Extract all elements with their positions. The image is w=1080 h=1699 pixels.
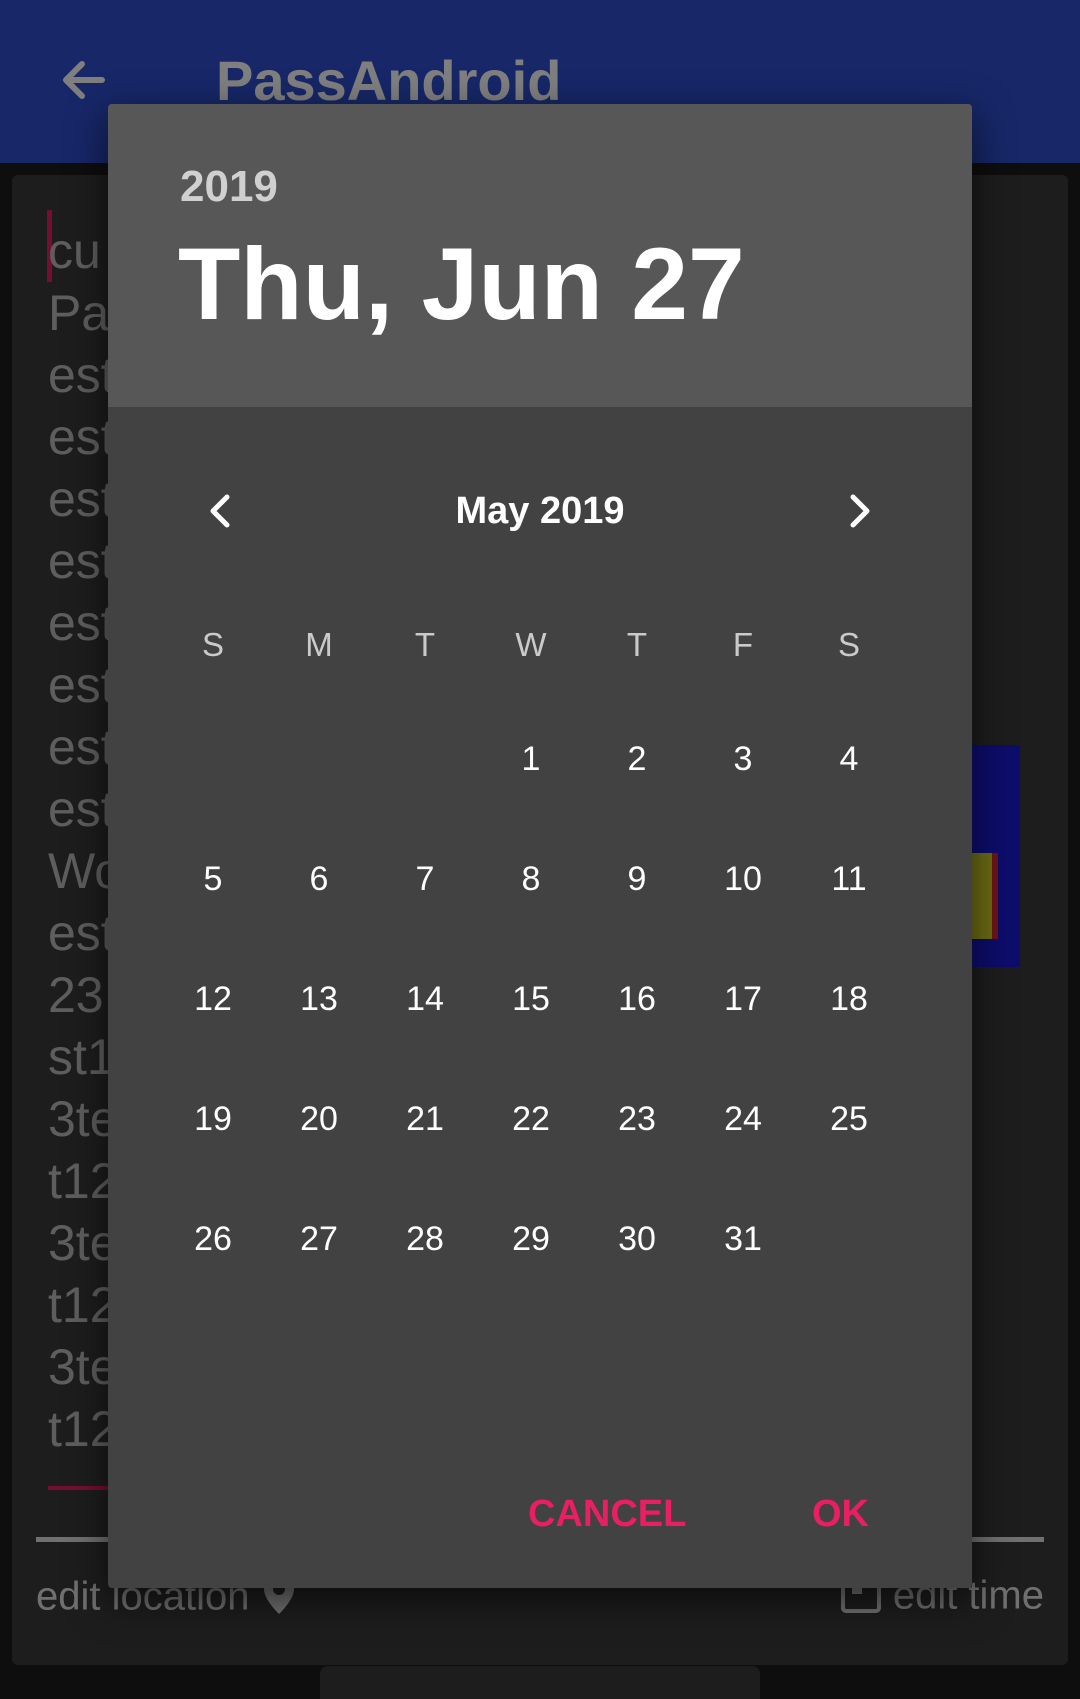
day-cell[interactable]: 31 (690, 1220, 796, 1259)
day-cell[interactable]: 6 (266, 860, 372, 899)
day-cell[interactable]: 29 (478, 1220, 584, 1259)
day-cell[interactable]: 14 (372, 980, 478, 1019)
month-navigation: May 2019 (108, 476, 972, 546)
day-cell[interactable]: 12 (160, 980, 266, 1019)
previous-month-button[interactable] (186, 476, 256, 546)
day-cell[interactable]: 27 (266, 1220, 372, 1259)
weekday-header: F (732, 626, 754, 663)
day-cell[interactable]: 20 (266, 1100, 372, 1139)
day-cell[interactable]: 5 (160, 860, 266, 899)
day-cell[interactable]: 2 (584, 740, 690, 779)
day-cell[interactable]: 1 (478, 740, 584, 779)
next-month-button[interactable] (824, 476, 894, 546)
day-cell[interactable]: 24 (690, 1100, 796, 1139)
selected-date-label[interactable]: Thu, Jun 27 (178, 226, 745, 343)
day-cell[interactable]: 13 (266, 980, 372, 1019)
day-cell[interactable]: 8 (478, 860, 584, 899)
weekday-header: T (626, 626, 648, 663)
day-cell[interactable]: 23 (584, 1100, 690, 1139)
day-cell[interactable]: 11 (796, 860, 902, 899)
day-cell[interactable]: 22 (478, 1100, 584, 1139)
weekday-header: S (201, 626, 224, 663)
day-cell[interactable]: 30 (584, 1220, 690, 1259)
day-cell[interactable]: 9 (584, 860, 690, 899)
weekday-header: M (305, 626, 333, 663)
app-root: PassAndroid cuPaestestestestestestestest… (0, 0, 1080, 1699)
day-cell[interactable]: 15 (478, 980, 584, 1019)
weekday-header: T (414, 626, 436, 663)
day-cell[interactable]: 18 (796, 980, 902, 1019)
year-selector[interactable]: 2019 (180, 162, 278, 212)
date-picker-dialog: 2019 Thu, Jun 27 May 2019 SMTWTFS1234567… (108, 104, 972, 1588)
day-cell[interactable]: 4 (796, 740, 902, 779)
weekday-header: W (515, 626, 547, 663)
day-cell[interactable]: 16 (584, 980, 690, 1019)
cancel-button[interactable]: CANCEL (528, 1474, 686, 1554)
weekday-header: S (837, 626, 860, 663)
date-picker-header: 2019 Thu, Jun 27 (108, 104, 972, 407)
day-cell[interactable]: 28 (372, 1220, 478, 1259)
chevron-right-icon (850, 494, 870, 528)
day-cell[interactable]: 7 (372, 860, 478, 899)
day-cell[interactable]: 17 (690, 980, 796, 1019)
ok-button[interactable]: OK (812, 1474, 869, 1554)
day-cell[interactable]: 10 (690, 860, 796, 899)
day-cell[interactable]: 25 (796, 1100, 902, 1139)
day-cell[interactable]: 26 (160, 1220, 266, 1259)
chevron-left-icon (210, 494, 230, 528)
dialog-actions: CANCEL OK (108, 1474, 972, 1554)
day-cell[interactable]: 21 (372, 1100, 478, 1139)
day-cell[interactable]: 19 (160, 1100, 266, 1139)
day-cell[interactable]: 3 (690, 740, 796, 779)
